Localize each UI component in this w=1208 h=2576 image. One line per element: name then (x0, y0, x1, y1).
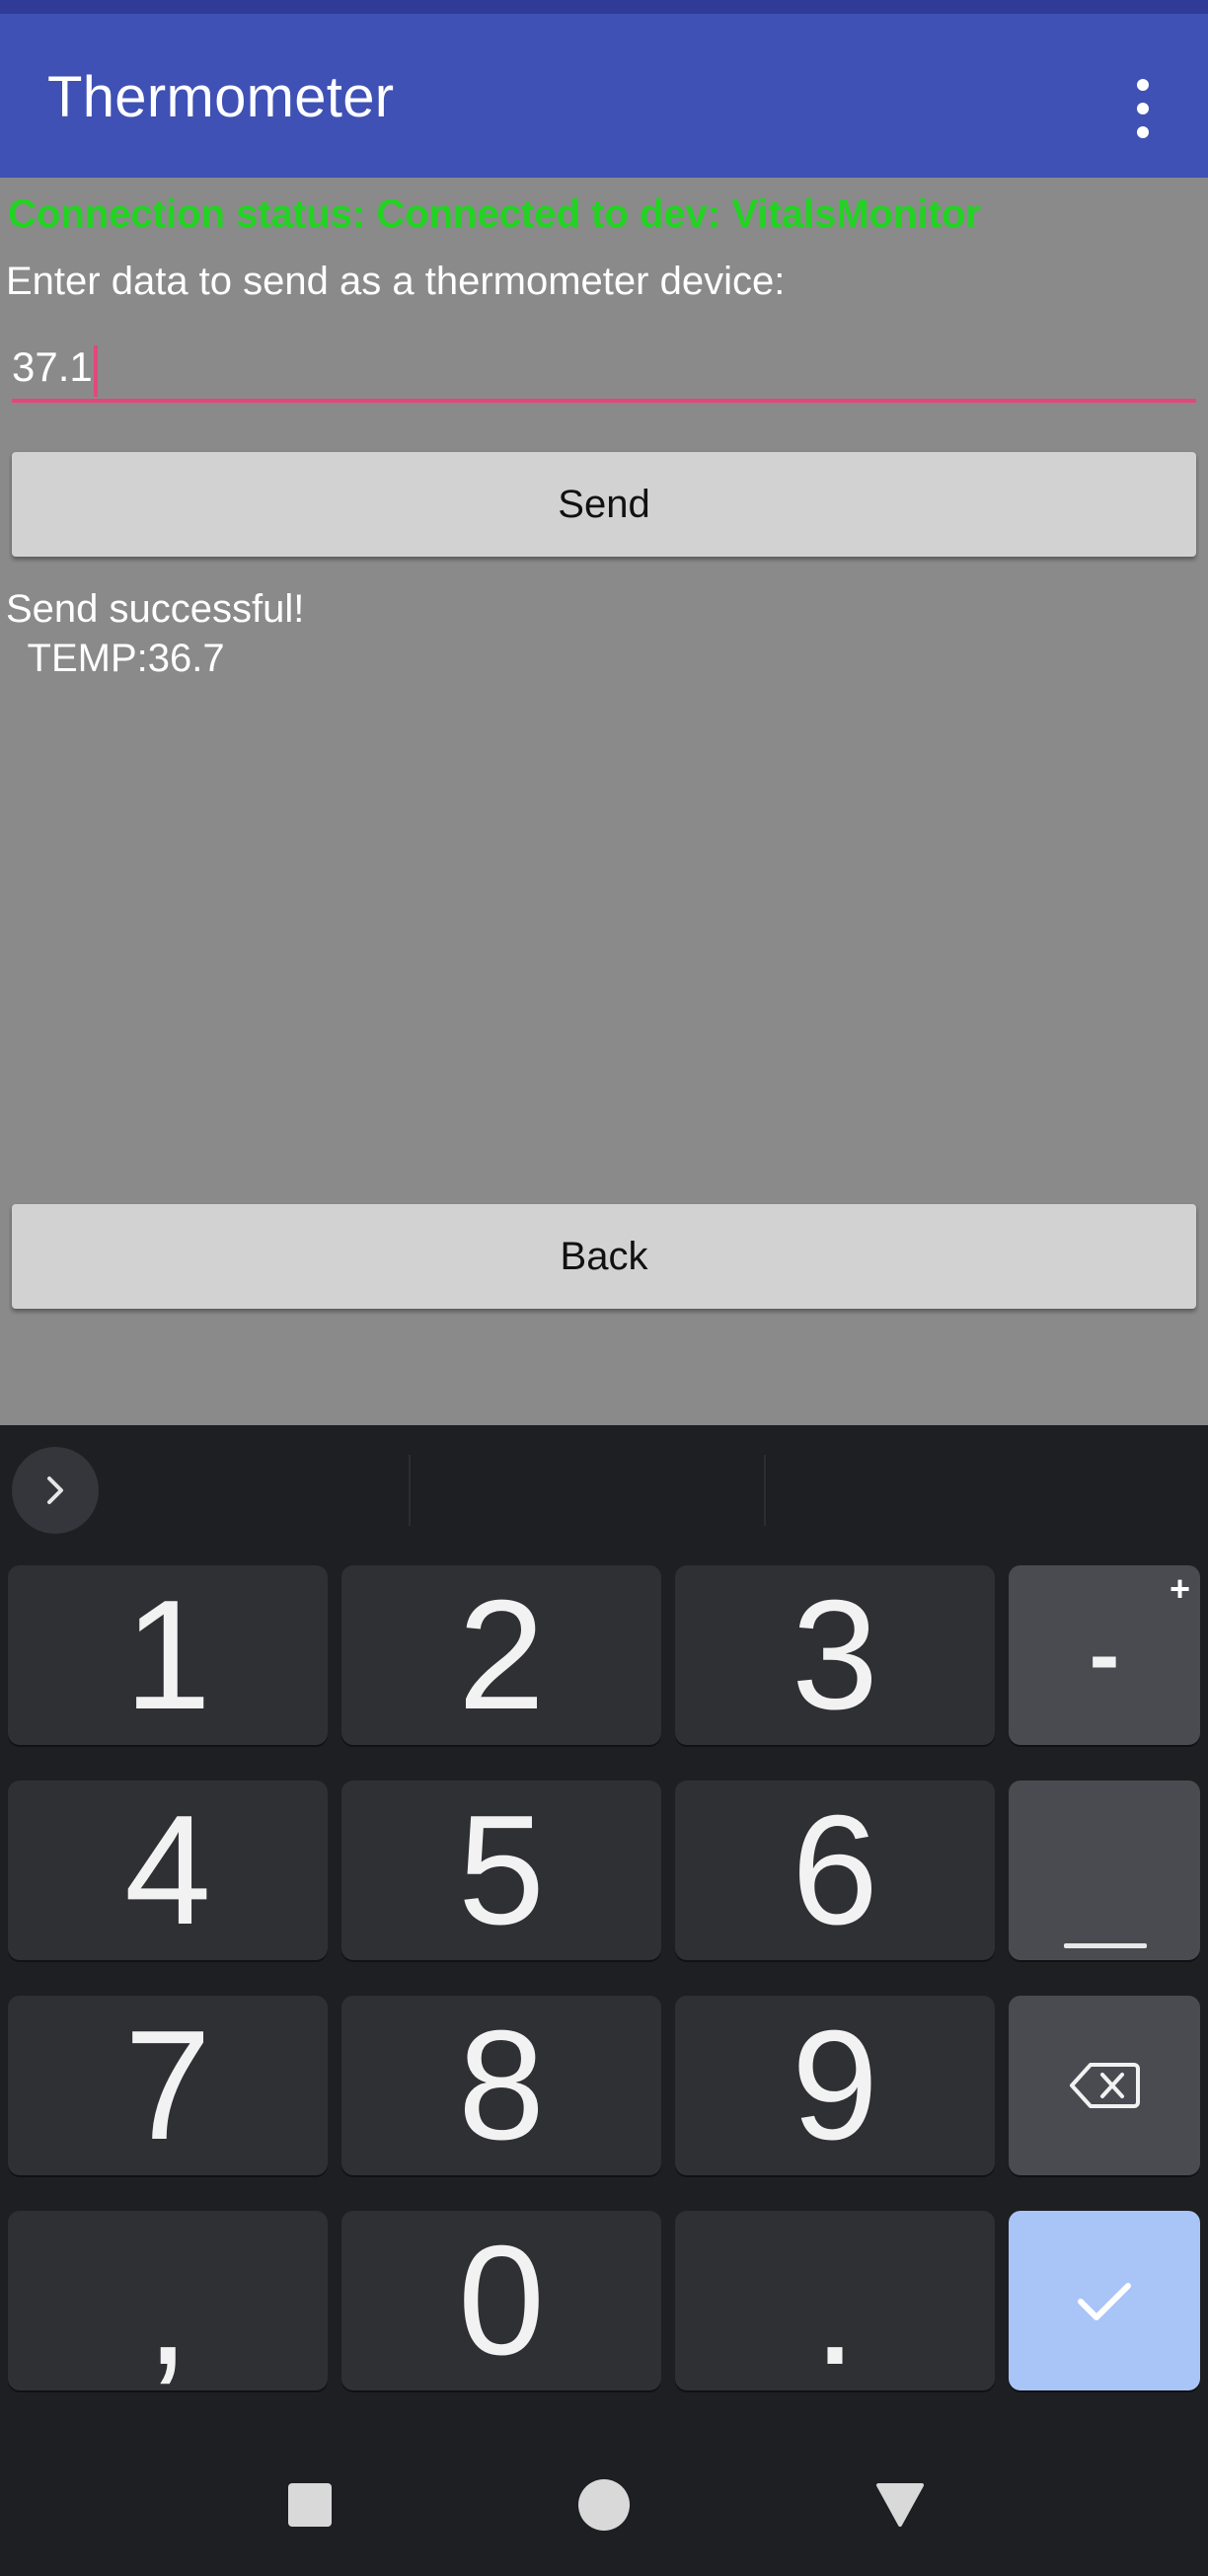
status-bar (0, 0, 1208, 14)
key-backspace[interactable] (1009, 1996, 1200, 2175)
navigation-bar (0, 2434, 1208, 2576)
key-5[interactable]: 5 (341, 1780, 661, 1960)
connection-status: Connection status: Connected to dev: Vit… (8, 192, 981, 236)
key-4[interactable]: 4 (8, 1780, 328, 1960)
input-prompt-label: Enter data to send as a thermometer devi… (6, 260, 786, 303)
square-recents-icon[interactable] (288, 2483, 332, 2527)
key-enter[interactable] (1009, 2211, 1200, 2390)
overflow-dot (1137, 79, 1149, 91)
more-vert-icon[interactable] (1123, 69, 1163, 148)
key-8[interactable]: 8 (341, 1996, 661, 2175)
back-button[interactable]: Back (12, 1204, 1196, 1309)
suggestion-divider (764, 1455, 766, 1526)
send-result-text: Send successful! TEMP:36.7 (6, 587, 305, 680)
circle-home-icon[interactable] (578, 2479, 630, 2531)
space-bar-icon (1064, 1943, 1147, 1948)
app-bar: Thermometer (0, 14, 1208, 178)
key-1[interactable]: 1 (8, 1565, 328, 1745)
key-6[interactable]: 6 (675, 1780, 995, 1960)
app-title: Thermometer (47, 65, 395, 129)
temperature-input[interactable] (12, 336, 1196, 403)
key-space[interactable] (1009, 1780, 1200, 1960)
text-cursor (94, 345, 98, 397)
key-2[interactable]: 2 (341, 1565, 661, 1745)
triangle-back-icon[interactable] (874, 2479, 926, 2531)
key-9[interactable]: 9 (675, 1996, 995, 2175)
chevron-right-icon[interactable] (12, 1447, 99, 1534)
key-plus-alt: + (1169, 1568, 1190, 1609)
backspace-icon (1070, 2063, 1140, 2108)
key-7[interactable]: 7 (8, 1996, 328, 2175)
main-content: Connection status: Connected to dev: Vit… (0, 178, 1208, 1425)
key-0[interactable]: 0 (341, 2211, 661, 2390)
overflow-dot (1137, 126, 1149, 138)
numeric-keyboard: 1 2 3 - + 4 5 6 7 8 9 , 0 . (0, 1425, 1208, 2434)
suggestion-divider (409, 1455, 411, 1526)
checkmark-icon (1078, 2283, 1131, 2320)
key-3[interactable]: 3 (675, 1565, 995, 1745)
key-minus[interactable]: - + (1009, 1565, 1200, 1745)
send-button[interactable]: Send (12, 452, 1196, 557)
key-period[interactable]: . (675, 2211, 995, 2397)
overflow-dot (1137, 103, 1149, 114)
key-comma[interactable]: , (8, 2211, 328, 2397)
